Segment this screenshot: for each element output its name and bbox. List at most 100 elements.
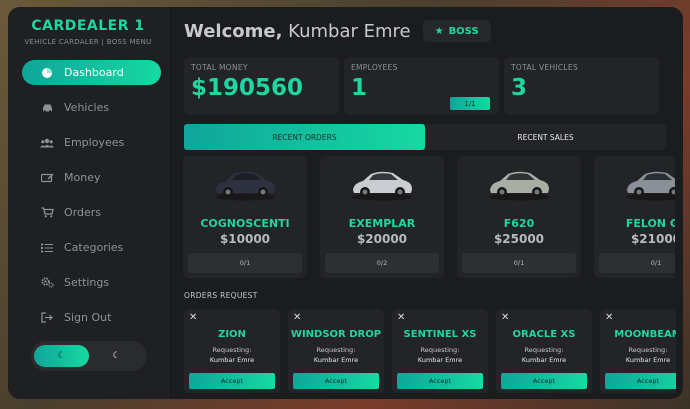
car-price: $20000: [356, 232, 408, 246]
order-count: 0/2: [325, 253, 439, 273]
close-icon[interactable]: ✕: [605, 312, 613, 323]
requesting-user: Kumbar Emre: [625, 356, 671, 364]
user-name: Kumbar Emre: [288, 20, 411, 42]
accept-button[interactable]: Accept: [397, 373, 483, 389]
request-card: ✕ WINDSOR DROP Requesting: Kumbar Emre A…: [288, 309, 384, 393]
sidebar-item-label: Categories: [64, 241, 124, 254]
requesting-label: Requesting:: [316, 346, 356, 354]
tab-recent-sales[interactable]: RECENT SALES: [425, 124, 666, 150]
sidebar-item-label: Vehicles: [64, 101, 110, 114]
requesting-user: Kumbar Emre: [521, 356, 567, 364]
request-car-name: SENTINEL XS: [403, 329, 477, 340]
orders-sales-tabs: RECENT ORDERS RECENT SALES: [184, 124, 666, 150]
header: Welcome, Kumbar Emre ★ BOSS: [184, 7, 683, 55]
pie-chart-icon: [40, 66, 54, 80]
sidebar-item-label: Sign Out: [64, 311, 112, 324]
order-card: FELON GT $21000 0/1: [594, 156, 675, 278]
car-image: [347, 164, 417, 202]
request-car-name: MOONBEAM: [614, 329, 676, 340]
car-icon: [40, 101, 54, 115]
stat-label: TOTAL MONEY: [191, 63, 248, 72]
role-label: BOSS: [448, 25, 479, 37]
accept-button[interactable]: Accept: [501, 373, 587, 389]
sidebar-item-label: Dashboard: [64, 66, 124, 79]
cart-icon: [40, 206, 54, 220]
boss-menu-window: CARDEALER 1 VEHICLE CARDALER | BOSS MENU…: [8, 7, 683, 399]
users-icon: [40, 136, 54, 150]
accept-button[interactable]: Accept: [605, 373, 676, 389]
sidebar-item-label: Employees: [64, 136, 125, 149]
car-image: [210, 164, 280, 202]
sidebar-item-label: Settings: [64, 276, 110, 289]
recent-orders-list: COGNOSCENTI $10000 0/1 EXEMPLAR $20000 0…: [183, 156, 675, 278]
role-badge: ★ BOSS: [422, 20, 491, 42]
request-car-name: ZION: [218, 329, 246, 340]
stat-value: 3: [511, 75, 528, 101]
close-icon[interactable]: ✕: [189, 312, 197, 323]
brand: CARDEALER 1 VEHICLE CARDALER | BOSS MENU: [8, 7, 168, 46]
car-image: [621, 164, 675, 202]
employees-card: EMPLOYEES 1 1/1: [344, 57, 499, 115]
sidebar-item-sign-out[interactable]: Sign Out: [22, 305, 161, 330]
car-name: FELON GT: [625, 217, 675, 230]
close-icon[interactable]: ✕: [501, 312, 509, 323]
sidebar-item-money[interactable]: Money: [22, 165, 161, 190]
sidebar-item-label: Orders: [64, 206, 101, 219]
brand-subtitle: VEHICLE CARDALER | BOSS MENU: [24, 38, 152, 46]
employees-count-chip: 1/1: [450, 97, 490, 110]
order-card: COGNOSCENTI $10000 0/1: [183, 156, 307, 278]
sidebar: CARDEALER 1 VEHICLE CARDALER | BOSS MENU…: [8, 7, 169, 399]
main-content: Welcome, Kumbar Emre ★ BOSS TOTAL MONEY …: [169, 7, 683, 399]
page-title: Welcome, Kumbar Emre: [184, 21, 411, 42]
star-icon: ★: [434, 25, 444, 37]
accept-button[interactable]: Accept: [293, 373, 379, 389]
close-icon[interactable]: ✕: [397, 312, 405, 323]
light-theme-button[interactable]: ☾: [89, 345, 144, 367]
accept-button[interactable]: Accept: [189, 373, 275, 389]
total-money-card: TOTAL MONEY $190560: [184, 57, 339, 115]
car-image: [484, 164, 554, 202]
sidebar-item-settings[interactable]: Settings: [22, 270, 161, 295]
order-card: EXEMPLAR $20000 0/2: [320, 156, 444, 278]
sidebar-item-categories[interactable]: Categories: [22, 235, 161, 260]
sidebar-item-orders[interactable]: Orders: [22, 200, 161, 225]
car-price: $10000: [219, 232, 271, 246]
request-car-name: ORACLE XS: [512, 329, 576, 340]
car-name: EXEMPLAR: [348, 217, 416, 230]
requesting-label: Requesting:: [420, 346, 460, 354]
theme-toggle: ☾ ☾: [31, 341, 147, 371]
sidebar-item-label: Money: [64, 171, 101, 184]
sidebar-item-vehicles[interactable]: Vehicles: [22, 95, 161, 120]
moon-icon: ☾: [57, 351, 66, 361]
stats-row: TOTAL MONEY $190560 EMPLOYEES 1 1/1 TOTA…: [184, 57, 683, 115]
money-icon: [40, 171, 54, 185]
order-count: 0/1: [462, 253, 576, 273]
list-icon: [40, 241, 54, 255]
requesting-label: Requesting:: [628, 346, 668, 354]
order-count: 0/1: [599, 253, 675, 273]
close-icon[interactable]: ✕: [293, 312, 301, 323]
total-vehicles-card: TOTAL VEHICLES 3: [504, 57, 659, 115]
moon-icon: ☾: [112, 351, 121, 361]
request-car-name: WINDSOR DROP: [290, 329, 382, 340]
sidebar-item-dashboard[interactable]: Dashboard: [22, 60, 161, 85]
requesting-user: Kumbar Emre: [209, 356, 255, 364]
orders-request-list: ✕ ZION Requesting: Kumbar Emre Accept ✕ …: [184, 309, 676, 393]
sidebar-item-employees[interactable]: Employees: [22, 130, 161, 155]
request-card: ✕ SENTINEL XS Requesting: Kumbar Emre Ac…: [392, 309, 488, 393]
tab-recent-orders[interactable]: RECENT ORDERS: [184, 124, 425, 150]
gears-icon: [40, 276, 54, 290]
order-count: 0/1: [188, 253, 302, 273]
orders-request-title: ORDERS REQUEST: [184, 291, 258, 300]
car-price: $25000: [493, 232, 545, 246]
sidebar-nav: Dashboard Vehicles Employees Money Order…: [8, 60, 168, 330]
dark-theme-button[interactable]: ☾: [34, 345, 89, 367]
brand-title: CARDEALER 1: [31, 18, 145, 34]
request-card: ✕ ORACLE XS Requesting: Kumbar Emre Acce…: [496, 309, 592, 393]
stat-label: TOTAL VEHICLES: [511, 63, 579, 72]
requesting-label: Requesting:: [524, 346, 564, 354]
welcome-text: Welcome,: [184, 20, 283, 42]
stat-value: $190560: [191, 75, 304, 101]
requesting-user: Kumbar Emre: [313, 356, 359, 364]
request-card: ✕ ZION Requesting: Kumbar Emre Accept: [184, 309, 280, 393]
